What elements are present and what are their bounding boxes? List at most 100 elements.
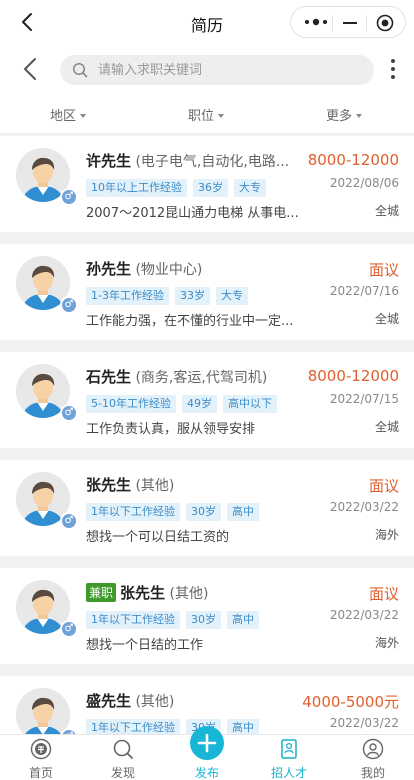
candidate-name: 盛先生	[86, 692, 132, 710]
work-area: 全城	[374, 312, 399, 326]
resume-tag: 49岁	[181, 395, 217, 413]
filter-position[interactable]: 职位	[188, 105, 225, 124]
gender-symbol: ♂	[64, 407, 74, 418]
work-area: 海外	[374, 528, 399, 542]
resume-tag: 36岁	[193, 179, 228, 197]
candidate-name: 石先生	[86, 368, 132, 386]
resume-tags: 1年以下工作经验30岁高中	[86, 716, 265, 737]
gender-male-badge: ♂	[60, 404, 78, 422]
desired-job: (其他)	[169, 586, 209, 602]
update-date: 2022/07/16	[329, 284, 399, 298]
update-date: 2022/03/22	[329, 608, 399, 622]
tab-recruit-talent-label: 招人才	[270, 766, 307, 780]
capsule-divider	[332, 15, 333, 31]
gender-symbol: ♂	[64, 515, 74, 526]
work-area: 海外	[374, 636, 399, 650]
tab-publish-label: 发布	[194, 766, 219, 780]
desired-job: (商务,客运,代驾司机)	[135, 370, 268, 386]
resume-tag: 1年以下工作经验	[86, 503, 180, 521]
resume-title: 许先生 (电子电气,自动化,电路...	[86, 150, 306, 172]
filter-region[interactable]: 地区	[50, 105, 87, 124]
gender-male-badge: ♂	[60, 296, 78, 314]
resume-card[interactable]: ♂ 许先生 (电子电气,自动化,电路... 10年以上工作经验 36岁 大专 200…	[0, 136, 414, 232]
resume-description: 工作能力强，在不懂的行业中一定...	[86, 314, 294, 329]
candidate-name: 张先生	[86, 476, 132, 494]
resume-tags: 5-10年工作经验 49岁 高中以下	[86, 392, 283, 413]
expected-salary: 面议	[368, 585, 399, 603]
desired-job: (电子电气,自动化,电路...	[135, 154, 290, 170]
resume-card[interactable]: ♂ 兼职 张先生 (其他) 1年以下工作经验 30岁 高中 想找一个日结的工作 面议 …	[0, 568, 414, 664]
expected-salary: 面议	[368, 477, 399, 495]
home-icon	[30, 738, 52, 760]
tab-discover-label: 发现	[110, 766, 135, 780]
more-dots-icon[interactable]	[303, 16, 329, 28]
resume-tag: 30岁	[186, 611, 221, 629]
search-bar-row	[0, 44, 414, 94]
resume-card[interactable]: ♂ 张先生 (其他) 1年以下工作经验 30岁 高中 想找一个可以日结工资的 面议 …	[0, 460, 414, 556]
gender-symbol: ♂	[64, 299, 74, 310]
resume-card[interactable]: ♂ 孙先生 (物业中心) 1-3年工作经验 33岁 大专 工作能力强，在不懂的行业中…	[0, 244, 414, 340]
title-bar: 简历	[0, 0, 414, 44]
update-date: 2022/08/06	[329, 176, 399, 190]
tab-home[interactable]: 首页	[0, 735, 82, 780]
update-date: 2022/03/22	[329, 500, 399, 514]
update-date: 2022/07/15	[329, 392, 399, 406]
publish-button[interactable]	[190, 726, 224, 760]
caret-down-icon	[218, 113, 225, 118]
resume-tag: 33岁	[174, 287, 210, 305]
tab-mine[interactable]: 我的	[332, 735, 414, 780]
caret-down-icon	[356, 113, 363, 118]
search-box[interactable]	[60, 55, 374, 85]
candidate-name: 孙先生	[86, 260, 132, 278]
expected-salary: 面议	[368, 261, 399, 279]
search-icon	[113, 739, 133, 759]
desired-job: (物业中心)	[135, 262, 203, 278]
resume-description: 想找一个日结的工作	[86, 638, 204, 653]
resume-title: 孙先生 (物业中心)	[86, 258, 306, 280]
work-area: 全城	[374, 420, 399, 434]
filter-bar: 地区 职位 更多	[0, 94, 414, 134]
part-time-badge: 兼职	[86, 583, 117, 602]
resume-card[interactable]: ♂ 石先生 (商务,客运,代驾司机) 5-10年工作经验 49岁 高中以下 工作负责…	[0, 352, 414, 448]
resume-tag: 高中	[227, 611, 259, 629]
resume-tag: 大专	[234, 179, 266, 197]
tab-mine-label: 我的	[360, 766, 385, 780]
resume-tag: 大专	[215, 287, 248, 305]
user-icon	[362, 738, 384, 760]
resume-tags: 10年以上工作经验 36岁 大专	[86, 176, 272, 197]
resume-tags: 1-3年工作经验 33岁 大专	[86, 284, 254, 305]
filter-more[interactable]: 更多	[326, 105, 363, 124]
resume-icon	[281, 739, 297, 759]
search-input[interactable]	[98, 55, 358, 85]
resume-tag: 高中以下	[222, 395, 277, 413]
gender-male-badge: ♂	[60, 620, 78, 638]
resume-tags: 1年以下工作经验 30岁高中	[86, 608, 265, 629]
back-chevron-icon[interactable]	[20, 57, 42, 81]
plus-icon	[197, 733, 217, 753]
more-vertical-icon[interactable]	[388, 58, 398, 80]
resume-tag: 5-10年工作经验	[86, 395, 176, 413]
minimize-icon[interactable]	[343, 22, 357, 24]
resume-description: 想找一个可以日结工资的	[86, 530, 230, 545]
resume-description: 工作负责认真，服从领导安排	[86, 422, 256, 437]
expected-salary: 4000-5000元	[302, 693, 399, 711]
resume-tags: 1年以下工作经验30岁高中	[86, 500, 265, 521]
filter-more-label: 更多	[326, 109, 353, 124]
close-target-icon[interactable]	[376, 14, 394, 32]
candidate-name: 张先生	[120, 584, 166, 602]
resume-tag: 1年以下工作经验	[86, 611, 180, 629]
gender-male-badge: ♂	[60, 188, 78, 206]
resume-title: 石先生 (商务,客运,代驾司机)	[86, 366, 306, 388]
tab-discover[interactable]: 发现	[82, 735, 164, 780]
tab-home-label: 首页	[28, 766, 53, 780]
gender-symbol: ♂	[64, 623, 74, 634]
caret-down-icon	[80, 113, 87, 118]
desired-job: (其他)	[135, 694, 175, 710]
filter-region-label: 地区	[50, 109, 77, 124]
gender-male-badge: ♂	[60, 512, 78, 530]
search-icon	[72, 62, 88, 78]
resume-title: 张先生 (其他)	[86, 474, 306, 496]
candidate-name: 许先生	[86, 152, 132, 170]
work-area: 全城	[374, 204, 399, 218]
tab-recruit-talent[interactable]: 招人才	[248, 735, 330, 780]
